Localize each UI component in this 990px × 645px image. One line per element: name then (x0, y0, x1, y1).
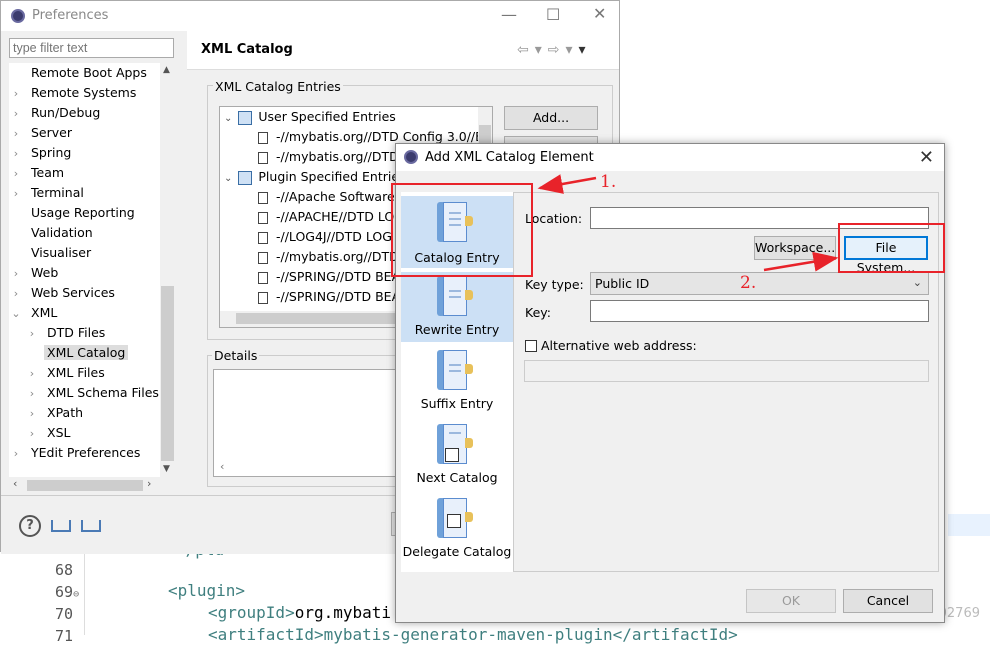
annotation-step-2: 2. (740, 273, 757, 293)
arrow-step-2 (763, 251, 839, 272)
annotation-step-1: 1. (600, 172, 617, 192)
annotation-arrows (537, 174, 839, 272)
arrow-step-1 (537, 174, 597, 194)
